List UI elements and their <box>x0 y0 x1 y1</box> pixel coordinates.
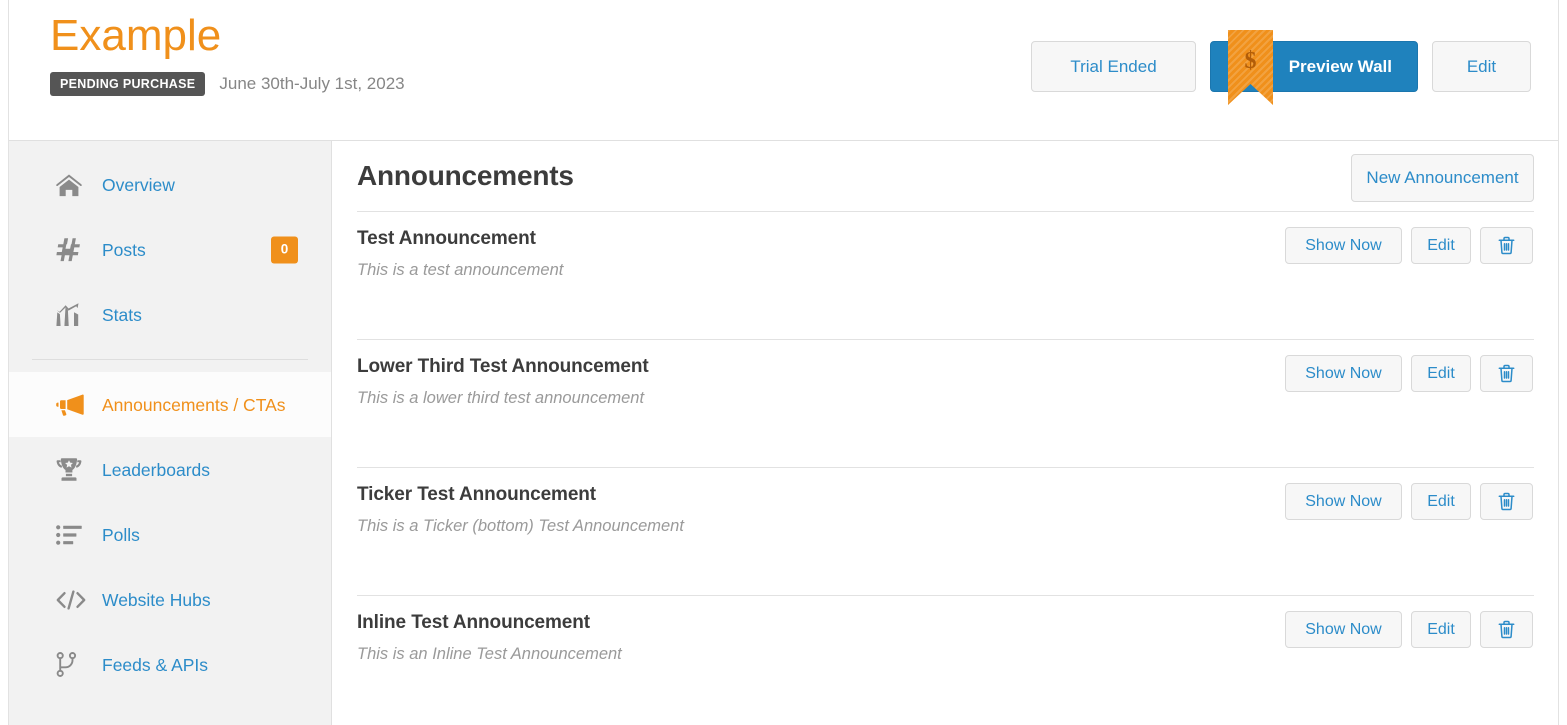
trash-icon <box>1498 620 1515 639</box>
megaphone-icon <box>56 394 90 416</box>
edit-event-button[interactable]: Edit <box>1432 41 1531 92</box>
list-icon <box>56 524 90 545</box>
announcement-row: Inline Test Announcement This is an Inli… <box>357 596 1534 724</box>
announcement-actions: Show Now Edit <box>1285 483 1533 520</box>
sidebar-item-leaderboards[interactable]: Leaderboards <box>9 437 331 502</box>
code-branch-icon <box>56 652 90 677</box>
announcement-row: Test Announcement This is a test announc… <box>357 212 1534 340</box>
show-now-button[interactable]: Show Now <box>1285 483 1402 520</box>
preview-wall-wrapper: Preview Wall $ <box>1210 41 1418 105</box>
sidebar-item-stats[interactable]: Stats <box>9 282 331 347</box>
sidebar-item-polls[interactable]: Polls <box>9 502 331 567</box>
event-date-range: June 30th-July 1st, 2023 <box>219 74 405 93</box>
sidebar-item-feeds-apis[interactable]: Feeds & APIs <box>9 632 331 697</box>
bar-chart-icon <box>56 302 90 327</box>
sidebar-item-label: Overview <box>102 174 175 195</box>
edit-announcement-button[interactable]: Edit <box>1411 355 1471 392</box>
dollar-sign-icon: $ <box>1244 48 1257 74</box>
header-actions: Trial Ended Preview Wall $ Edit <box>1031 41 1531 105</box>
paid-ribbon-icon: $ <box>1228 30 1273 105</box>
announcement-row: Ticker Test Announcement This is a Ticke… <box>357 468 1534 596</box>
brand-subline: PENDING PURCHASE June 30th-July 1st, 202… <box>50 72 405 96</box>
home-icon <box>56 173 90 197</box>
announcement-row: Lower Third Test Announcement This is a … <box>357 340 1534 468</box>
trash-icon <box>1498 492 1515 511</box>
trash-icon <box>1498 236 1515 255</box>
sidebar-item-label: Posts <box>102 239 146 260</box>
main-content: Announcements New Announcement Test Anno… <box>332 141 1558 725</box>
body-area: Overview Posts 0 Stats Announcements / C… <box>9 141 1558 725</box>
sidebar-item-overview[interactable]: Overview <box>9 152 331 217</box>
sidebar-item-label: Feeds & APIs <box>102 654 209 675</box>
delete-announcement-button[interactable] <box>1480 355 1533 392</box>
sidebar-divider <box>32 359 308 360</box>
posts-count-badge: 0 <box>271 236 298 263</box>
trial-ended-button[interactable]: Trial Ended <box>1031 41 1196 92</box>
delete-announcement-button[interactable] <box>1480 227 1533 264</box>
edit-announcement-button[interactable]: Edit <box>1411 227 1471 264</box>
sidebar-item-label: Leaderboards <box>102 459 210 480</box>
delete-announcement-button[interactable] <box>1480 483 1533 520</box>
trash-icon <box>1498 364 1515 383</box>
trophy-icon <box>56 457 90 482</box>
page-title: Example <box>50 11 222 60</box>
sidebar-item-website-hubs[interactable]: Website Hubs <box>9 567 331 632</box>
show-now-button[interactable]: Show Now <box>1285 611 1402 648</box>
edit-announcement-button[interactable]: Edit <box>1411 611 1471 648</box>
sidebar-item-posts[interactable]: Posts 0 <box>9 217 331 282</box>
new-announcement-button[interactable]: New Announcement <box>1351 154 1534 202</box>
show-now-button[interactable]: Show Now <box>1285 355 1402 392</box>
page-right-border <box>1558 0 1559 725</box>
sidebar-item-announcements[interactable]: Announcements / CTAs <box>9 372 331 437</box>
page-header: Example PENDING PURCHASE June 30th-July … <box>9 0 1558 141</box>
brand-block: Example PENDING PURCHASE June 30th-July … <box>50 10 405 96</box>
announcement-actions: Show Now Edit <box>1285 611 1533 648</box>
edit-announcement-button[interactable]: Edit <box>1411 483 1471 520</box>
sidebar-item-label: Website Hubs <box>102 589 211 610</box>
hash-icon <box>56 237 90 262</box>
announcement-actions: Show Now Edit <box>1285 227 1533 264</box>
sidebar-item-label: Announcements / CTAs <box>102 394 286 415</box>
sidebar-item-label: Stats <box>102 304 142 325</box>
show-now-button[interactable]: Show Now <box>1285 227 1402 264</box>
code-icon <box>56 589 90 610</box>
section-title: Announcements <box>357 160 574 191</box>
announcement-actions: Show Now Edit <box>1285 355 1533 392</box>
sidebar: Overview Posts 0 Stats Announcements / C… <box>9 141 332 725</box>
status-badge: PENDING PURCHASE <box>50 72 206 96</box>
app-page: Example PENDING PURCHASE June 30th-July … <box>0 0 1567 725</box>
sidebar-item-label: Polls <box>102 524 140 545</box>
delete-announcement-button[interactable] <box>1480 611 1533 648</box>
main-header: Announcements New Announcement <box>357 141 1534 212</box>
